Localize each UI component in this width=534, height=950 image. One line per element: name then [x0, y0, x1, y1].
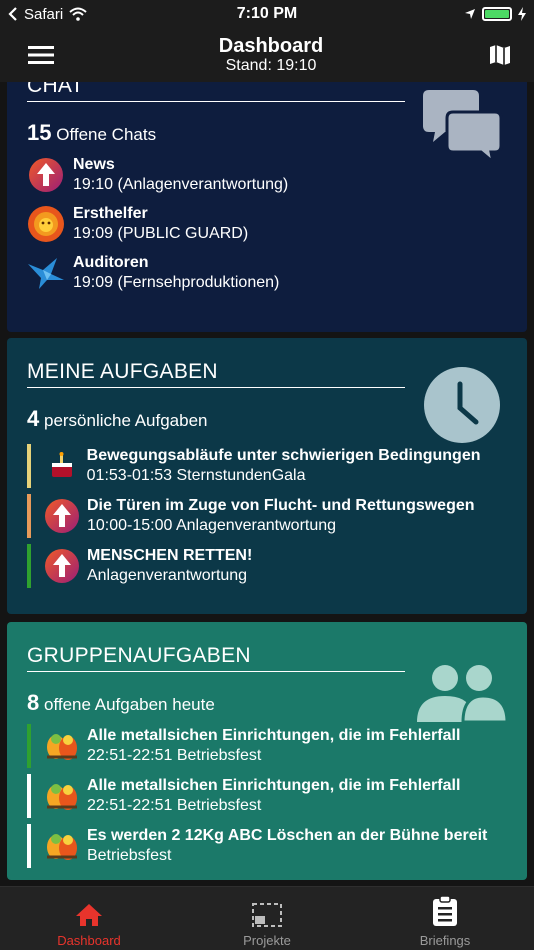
chat-item-title: Ersthelfer	[73, 205, 148, 222]
chat-item-subtitle: 19:09 (PUBLIC GUARD)	[73, 225, 249, 242]
arrow-up-avatar-icon	[44, 496, 80, 536]
tab-dashboard[interactable]: Dashboard	[0, 887, 178, 950]
task-item[interactable]: Die Türen im Zuge von Flucht- und Rettun…	[27, 494, 507, 538]
bird-avatar-icon	[27, 253, 65, 293]
tasks-count: 4	[27, 406, 40, 431]
task-priority-bar	[27, 494, 31, 538]
task-subtitle: Betriebsfest	[86, 847, 172, 864]
parrots-avatar-icon	[44, 726, 80, 766]
task-title: MENSCHEN RETTEN!	[86, 547, 253, 564]
task-priority-bar	[27, 824, 31, 868]
parrots-avatar-icon	[44, 826, 80, 866]
menu-icon[interactable]	[28, 45, 54, 65]
group-icon	[417, 665, 507, 722]
chat-item-subtitle: 19:09 (Fernsehproduktionen)	[73, 274, 280, 291]
tab-label: Dashboard	[57, 933, 121, 948]
task-title: Alle metallsichen Einrichtungen, die im …	[86, 777, 461, 794]
task-subtitle: 10:00-15:00 Anlagenverantwortung	[86, 517, 337, 534]
chat-heading: CHAT	[27, 82, 405, 102]
nav-bar: Dashboard Stand: 19:10	[0, 28, 534, 82]
chat-item-subtitle: 19:10 (Anlagenverantwortung)	[73, 176, 289, 193]
chat-item[interactable]: Ersthelfer 19:09 (PUBLIC GUARD)	[27, 204, 507, 244]
location-icon	[465, 9, 475, 19]
task-priority-bar	[27, 444, 31, 488]
chat-bubbles-icon	[423, 90, 503, 164]
task-title: Bewegungsabläufe unter schwierigen Bedin…	[86, 447, 481, 464]
task-title: Es werden 2 12Kg ABC Löschen an der Bühn…	[86, 827, 488, 844]
task-subtitle: 01:53-01:53 SternstundenGala	[86, 467, 306, 484]
task-title: Alle metallsichen Einrichtungen, die im …	[86, 727, 461, 744]
parrots-avatar-icon	[44, 776, 80, 816]
chat-count-label: Offene Chats	[56, 125, 157, 144]
chat-item-title: News	[73, 156, 115, 173]
group-heading: GRUPPENAUFGABEN	[27, 644, 405, 672]
group-task-item[interactable]: Alle metallsichen Einrichtungen, die im …	[27, 724, 507, 768]
lion-avatar-icon	[27, 204, 65, 244]
cake-avatar-icon	[44, 446, 80, 486]
tab-label: Projekte	[243, 933, 291, 948]
chat-card[interactable]: CHAT 15 Offene Chats News 19:10 (Anlagen…	[7, 82, 527, 332]
task-item[interactable]: MENSCHEN RETTEN! Anlagenverantwortung	[27, 544, 507, 588]
task-priority-bar	[27, 724, 31, 768]
task-subtitle: 22:51-22:51 Betriebsfest	[86, 747, 262, 764]
arrow-up-avatar-icon	[27, 155, 65, 195]
my-tasks-card[interactable]: MEINE AUFGABEN 4 persönliche Aufgaben Be…	[7, 338, 527, 614]
group-task-item[interactable]: Alle metallsichen Einrichtungen, die im …	[27, 774, 507, 818]
tab-label: Briefings	[419, 933, 471, 948]
clipboard-icon	[433, 895, 457, 926]
projects-icon	[252, 903, 282, 927]
group-count: 8	[27, 690, 40, 715]
task-item[interactable]: Bewegungsabläufe unter schwierigen Bedin…	[27, 444, 507, 488]
chat-count: 15	[27, 120, 52, 145]
status-bar: Safari 7:10 PM	[0, 0, 534, 28]
tab-bar: Dashboard Projekte Briefings	[0, 886, 534, 950]
task-priority-bar	[27, 544, 31, 588]
carrier-label: Safari	[24, 5, 64, 23]
task-priority-bar	[27, 774, 31, 818]
dashboard-content[interactable]: CHAT 15 Offene Chats News 19:10 (Anlagen…	[0, 82, 534, 886]
tasks-count-label: persönliche Aufgaben	[43, 411, 208, 430]
page-title: Dashboard	[218, 35, 324, 58]
map-icon[interactable]	[488, 43, 512, 67]
tab-projekte[interactable]: Projekte	[178, 887, 356, 950]
page-subtitle: Stand: 19:10	[225, 57, 317, 75]
battery-icon	[482, 7, 512, 21]
task-subtitle: 22:51-22:51 Betriebsfest	[86, 797, 262, 814]
clock-icon	[424, 367, 500, 443]
task-title: Die Türen im Zuge von Flucht- und Rettun…	[86, 497, 475, 514]
chat-item-title: Auditoren	[73, 254, 149, 271]
home-icon	[76, 904, 102, 926]
tasks-heading: MEINE AUFGABEN	[27, 360, 405, 388]
tab-briefings[interactable]: Briefings	[356, 887, 534, 950]
status-time: 7:10 PM	[236, 5, 298, 22]
wifi-icon	[69, 7, 87, 21]
task-subtitle: Anlagenverantwortung	[86, 567, 248, 584]
arrow-up-avatar-icon	[44, 546, 80, 586]
group-count-label: offene Aufgaben heute	[43, 695, 215, 714]
charging-icon	[518, 7, 526, 21]
back-chevron-icon[interactable]	[8, 7, 18, 21]
group-task-item[interactable]: Es werden 2 12Kg ABC Löschen an der Bühn…	[27, 824, 507, 868]
chat-item[interactable]: Auditoren 19:09 (Fernsehproduktionen)	[27, 253, 507, 293]
group-tasks-card[interactable]: GRUPPENAUFGABEN 8 offene Aufgaben heute	[7, 622, 527, 880]
